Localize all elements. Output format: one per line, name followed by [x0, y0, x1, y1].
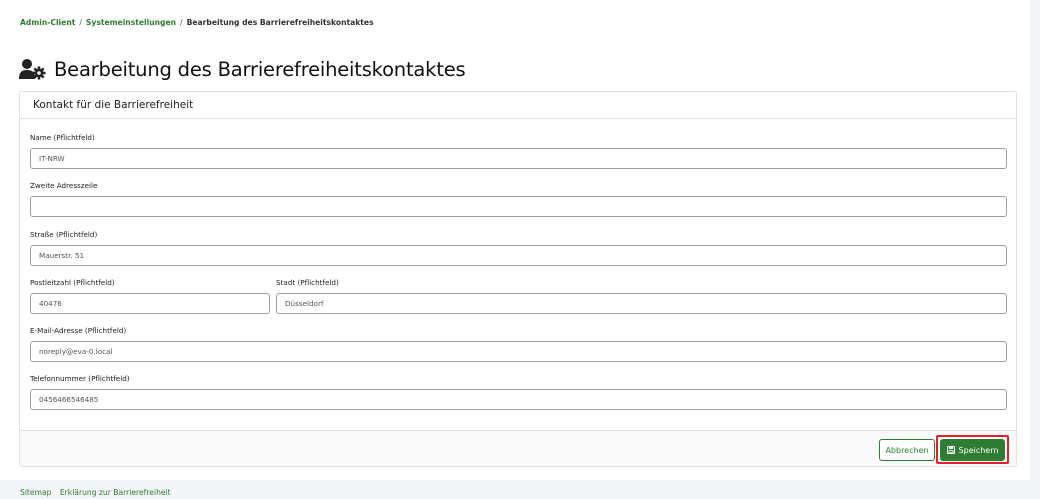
address2-input[interactable] — [30, 196, 1007, 217]
page: Admin-Client / Systemeinstellungen / Bearbei… — [0, 0, 1040, 499]
page-header: Bearbeitung des Barrierefreiheitskontakt… — [19, 55, 466, 83]
breadcrumb: Admin-Client / Systemeinstellungen / Bearbei… — [20, 18, 374, 27]
breadcrumb-current: Bearbeitung des Barrierefreiheitskontakt… — [186, 18, 374, 27]
address2-label: Zweite Adresszeile — [30, 181, 98, 190]
city-label: Stadt (Pflichtfeld) — [276, 278, 339, 287]
card-header: Kontakt für die Barrierefreiheit — [20, 92, 1016, 119]
footer-link-sitemap[interactable]: Sitemap — [20, 488, 51, 497]
cancel-button[interactable]: Abbrechen — [879, 439, 935, 461]
footer-links: Sitemap Erklärung zur Barrierefreiheit — [20, 488, 177, 497]
page-title: Bearbeitung des Barrierefreiheitskontakt… — [54, 57, 466, 81]
phone-input[interactable]: 0456466546485 — [30, 389, 1007, 410]
breadcrumb-admin-client[interactable]: Admin-Client — [20, 18, 75, 27]
city-input[interactable]: Düsseldorf — [276, 293, 1007, 314]
email-label: E-Mail-Adresse (Pflichtfeld) — [30, 326, 127, 335]
name-input[interactable]: IT-NRW — [30, 148, 1007, 169]
street-label: Straße (Pflichtfeld) — [30, 230, 98, 239]
footer-link-accessibility-statement[interactable]: Erklärung zur Barrierefreiheit — [60, 488, 171, 497]
breadcrumb-separator: / — [180, 18, 183, 27]
save-button-label: Speichern — [958, 445, 999, 455]
postal-input[interactable]: 40476 — [30, 293, 270, 314]
users-gear-icon — [19, 58, 46, 80]
postal-label: Postleitzahl (Pflichtfeld) — [30, 278, 115, 287]
breadcrumb-separator: / — [79, 18, 82, 27]
card-footer — [20, 430, 1016, 466]
breadcrumb-systemeinstellungen[interactable]: Systemeinstellungen — [86, 18, 176, 27]
phone-label: Telefonnummer (Pflichtfeld) — [30, 374, 130, 383]
save-button[interactable]: Speichern — [940, 439, 1005, 461]
floppy-disk-icon — [946, 446, 955, 454]
street-input[interactable]: Mauerstr. 51 — [30, 245, 1007, 266]
name-label: Name (Pflichtfeld) — [30, 133, 95, 142]
email-input[interactable]: noreply@eva-0.local — [30, 341, 1007, 362]
